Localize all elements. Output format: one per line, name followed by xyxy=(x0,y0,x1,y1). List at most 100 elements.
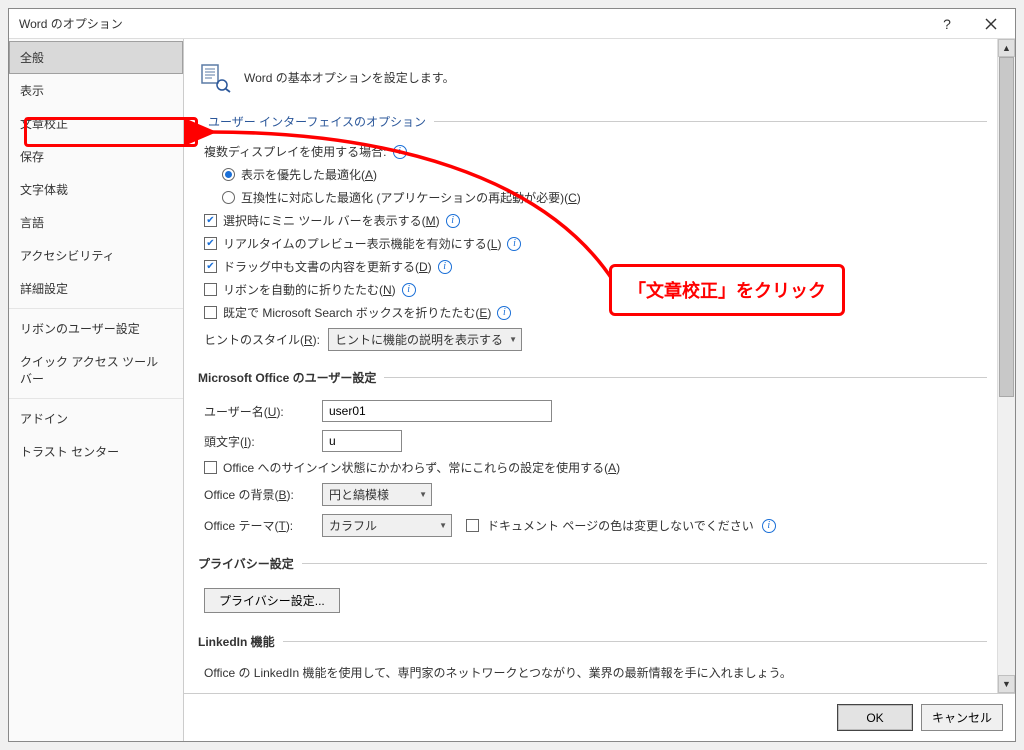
hint-style-label: ヒントのスタイル(R): xyxy=(204,331,320,348)
sidebar-item-ribbon[interactable]: リボンのユーザー設定 xyxy=(9,312,183,345)
initials-label: 頭文字(I): xyxy=(204,433,314,450)
scroll-up-button[interactable]: ▲ xyxy=(998,39,1015,57)
options-dialog: Word のオプション ? 全般 表示 文章校正 保存 文字体裁 言語 アクセシ… xyxy=(8,8,1016,742)
chk-live-preview[interactable]: リアルタイムのプレビュー表示機能を有効にする(L) xyxy=(198,232,987,255)
settings-icon xyxy=(198,59,234,95)
initials-input[interactable] xyxy=(322,430,402,452)
multidisplay-label: 複数ディスプレイを使用する場合: xyxy=(204,143,387,160)
titlebar: Word のオプション ? xyxy=(9,9,1015,39)
username-label: ユーザー名(U): xyxy=(204,403,314,420)
info-icon[interactable] xyxy=(497,306,511,320)
section-privacy-header: プライバシー設定 xyxy=(198,555,987,572)
scroll-thumb[interactable] xyxy=(999,57,1014,397)
content-pane: Word の基本オプションを設定します。 ユーザー インターフェイスのオプション… xyxy=(184,39,1015,693)
category-sidebar: 全般 表示 文章校正 保存 文字体裁 言語 アクセシビリティ 詳細設定 リボンの… xyxy=(9,39,184,741)
section-ui-title: ユーザー インターフェイスのオプション xyxy=(208,113,426,130)
office-bg-label: Office の背景(B): xyxy=(204,486,314,503)
radio-icon xyxy=(222,191,235,204)
initials-row: 頭文字(I): xyxy=(198,426,987,456)
office-bg-row: Office の背景(B): 円と縞模様 xyxy=(198,479,987,510)
checkbox-icon[interactable] xyxy=(466,519,479,532)
info-icon[interactable] xyxy=(402,283,416,297)
sidebar-separator xyxy=(9,308,183,309)
privacy-settings-button[interactable]: プライバシー設定... xyxy=(204,588,340,613)
office-theme-label: Office テーマ(T): xyxy=(204,517,314,534)
sidebar-item-language[interactable]: 言語 xyxy=(9,206,183,239)
sidebar-item-qat[interactable]: クイック アクセス ツール バー xyxy=(9,345,183,395)
checkbox-label: リボンを自動的に折りたたむ(N) xyxy=(223,281,396,298)
sidebar-item-addins[interactable]: アドイン xyxy=(9,402,183,435)
chk-collapse-ribbon[interactable]: リボンを自動的に折りたたむ(N) xyxy=(198,278,987,301)
sidebar-item-label: 文章校正 xyxy=(20,117,68,131)
checkbox-icon xyxy=(204,283,217,296)
info-icon[interactable] xyxy=(762,519,776,533)
radio-optimize-compat[interactable]: 互換性に対応した最適化 (アプリケーションの再起動が必要)(C) xyxy=(198,186,987,209)
dialog-button-row: OK キャンセル xyxy=(184,693,1015,741)
info-icon[interactable] xyxy=(393,145,407,159)
content-wrap: Word の基本オプションを設定します。 ユーザー インターフェイスのオプション… xyxy=(184,39,1015,741)
info-icon[interactable] xyxy=(507,237,521,251)
office-theme-dropdown[interactable]: カラフル xyxy=(322,514,452,537)
section-linkedin-header: LinkedIn 機能 xyxy=(198,633,987,650)
sidebar-item-label: 詳細設定 xyxy=(20,282,68,296)
sidebar-item-display[interactable]: 表示 xyxy=(9,74,183,107)
section-title-text: LinkedIn 機能 xyxy=(198,633,275,650)
annotation-text: 「文章校正」をクリック xyxy=(628,281,826,301)
checkbox-label: リアルタイムのプレビュー表示機能を有効にする(L) xyxy=(223,235,501,252)
chk-always-use[interactable]: Office へのサインイン状態にかかわらず、常にこれらの設定を使用する(A) xyxy=(198,456,987,479)
sidebar-item-typography[interactable]: 文字体裁 xyxy=(9,173,183,206)
sidebar-separator xyxy=(9,398,183,399)
ok-button[interactable]: OK xyxy=(837,704,913,731)
privacy-btn-row: プライバシー設定... xyxy=(198,582,987,619)
sidebar-item-general[interactable]: 全般 xyxy=(9,41,183,74)
checkbox-label: Office へのサインイン状態にかかわらず、常にこれらの設定を使用する(A) xyxy=(223,459,620,476)
username-input[interactable] xyxy=(322,400,552,422)
section-ui-header: ユーザー インターフェイスのオプション xyxy=(208,113,987,130)
sidebar-item-label: 表示 xyxy=(20,84,44,98)
vertical-scrollbar[interactable]: ▲ ▼ xyxy=(997,39,1015,693)
checkbox-icon xyxy=(204,461,217,474)
chk-collapse-search[interactable]: 既定で Microsoft Search ボックスを折りたたむ(E) xyxy=(198,301,987,324)
sidebar-item-label: 言語 xyxy=(20,216,44,230)
username-row: ユーザー名(U): xyxy=(198,396,987,426)
doc-color-label: ドキュメント ページの色は変更しないでください xyxy=(487,517,754,534)
info-icon[interactable] xyxy=(446,214,460,228)
scroll-track[interactable] xyxy=(998,57,1015,675)
sidebar-item-advanced[interactable]: 詳細設定 xyxy=(9,272,183,305)
window-title: Word のオプション xyxy=(19,15,933,32)
dropdown-value: ヒントに機能の説明を表示する xyxy=(335,331,503,348)
dialog-body: 全般 表示 文章校正 保存 文字体裁 言語 アクセシビリティ 詳細設定 リボンの… xyxy=(9,39,1015,741)
sidebar-item-label: アクセシビリティ xyxy=(20,249,115,263)
hint-style-dropdown[interactable]: ヒントに機能の説明を表示する xyxy=(328,328,522,351)
sidebar-item-label: 全般 xyxy=(20,51,44,65)
dropdown-value: カラフル xyxy=(329,517,377,534)
sidebar-item-label: アドイン xyxy=(20,412,68,426)
titlebar-buttons: ? xyxy=(933,13,1005,35)
linkedin-desc: Office の LinkedIn 機能を使用して、専門家のネットワークとつなが… xyxy=(198,660,987,681)
sidebar-item-proofing[interactable]: 文章校正 xyxy=(9,107,183,140)
radio-optimize-display[interactable]: 表示を優先した最適化(A) xyxy=(198,163,987,186)
help-button[interactable]: ? xyxy=(933,13,961,35)
sidebar-item-label: リボンのユーザー設定 xyxy=(20,322,140,336)
sidebar-item-trustcenter[interactable]: トラスト センター xyxy=(9,435,183,468)
office-bg-dropdown[interactable]: 円と縞模様 xyxy=(322,483,432,506)
checkbox-icon xyxy=(204,260,217,273)
sidebar-item-accessibility[interactable]: アクセシビリティ xyxy=(9,239,183,272)
annotation-callout: 「文章校正」をクリック xyxy=(609,264,845,316)
office-theme-row: Office テーマ(T): カラフル ドキュメント ページの色は変更しないでく… xyxy=(198,510,987,541)
scroll-down-button[interactable]: ▼ xyxy=(998,675,1015,693)
close-button[interactable] xyxy=(977,13,1005,35)
page-title: Word の基本オプションを設定します。 xyxy=(244,69,455,86)
checkbox-icon xyxy=(204,306,217,319)
chk-update-while-drag[interactable]: ドラッグ中も文書の内容を更新する(D) xyxy=(198,255,987,278)
page-header: Word の基本オプションを設定します。 xyxy=(198,59,987,95)
cancel-button[interactable]: キャンセル xyxy=(921,704,1003,731)
checkbox-icon xyxy=(204,214,217,227)
radio-label: 表示を優先した最適化(A) xyxy=(241,166,377,183)
dropdown-value: 円と縞模様 xyxy=(329,486,389,503)
section-title-text: プライバシー設定 xyxy=(198,555,294,572)
chk-mini-toolbar[interactable]: 選択時にミニ ツール バーを表示する(M) xyxy=(198,209,987,232)
info-icon[interactable] xyxy=(438,260,452,274)
sidebar-item-save[interactable]: 保存 xyxy=(9,140,183,173)
section-title-text: Microsoft Office のユーザー設定 xyxy=(198,369,376,386)
